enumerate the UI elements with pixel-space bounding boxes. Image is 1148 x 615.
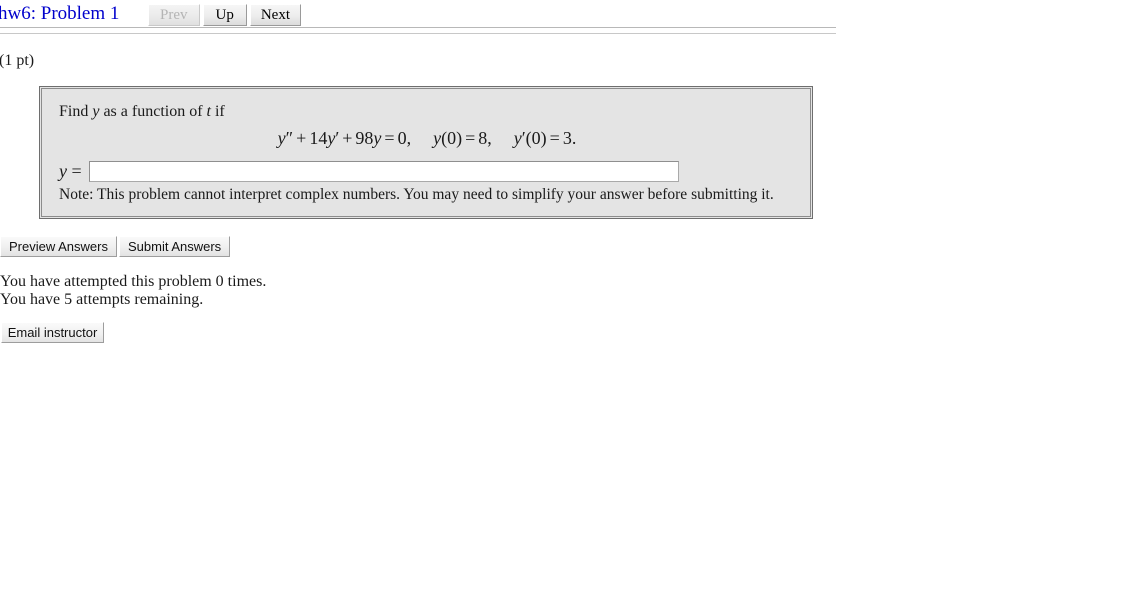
answer-actions: Preview Answers Submit Answers	[0, 236, 232, 257]
ic2-argument: (0)	[525, 128, 547, 148]
answer-row: y =	[59, 161, 679, 182]
prompt-variable-y: y	[92, 103, 100, 120]
answer-label-variable: y	[59, 161, 67, 181]
answer-label: y =	[59, 161, 82, 182]
problem-points: (1 pt)	[0, 52, 35, 69]
header-divider-secondary	[0, 33, 836, 34]
ic1-value: 8,	[478, 128, 492, 148]
prev-problem-button: Prev	[148, 4, 200, 26]
attempts-used-text: You have attempted this problem 0 times.	[0, 273, 267, 290]
next-problem-button[interactable]: Next	[249, 4, 302, 26]
eq-coefficient-14: 14	[309, 128, 328, 148]
eq-plus-2: +	[342, 128, 353, 148]
problem-container: Find y as a function of t if y″ +14y′ +98y…	[39, 86, 813, 219]
attempts-remaining-text: You have 5 attempts remaining.	[0, 291, 204, 308]
problem-prompt: Find y as a function of t if	[59, 103, 225, 121]
differential-equation: y″ +14y′ +98y = 0, y(0) = 8, y′(0) = 3.	[40, 128, 814, 149]
prompt-variable-t: t	[206, 103, 211, 120]
prompt-middle: as a function of	[103, 103, 203, 120]
prompt-suffix: if	[214, 103, 225, 120]
submit-answers-button[interactable]: Submit Answers	[118, 236, 231, 257]
email-instructor-button[interactable]: Email instructor	[1, 322, 104, 343]
answer-label-equals: =	[71, 161, 82, 181]
eq-y-second: y	[277, 128, 286, 148]
eq-plus-1: +	[296, 128, 307, 148]
page-header: hw6: Problem 1 Prev Up Next	[0, 0, 1148, 28]
problem-note: Note: This problem cannot interpret comp…	[59, 186, 774, 203]
ic1-y: y	[433, 128, 442, 148]
preview-answers-button[interactable]: Preview Answers	[0, 236, 117, 257]
ic2-y: y	[513, 128, 522, 148]
header-divider	[0, 27, 836, 28]
up-to-problem-set-button[interactable]: Up	[202, 4, 247, 26]
prompt-prefix: Find	[59, 103, 89, 120]
answer-input[interactable]	[88, 161, 679, 182]
eq-equals: =	[384, 128, 395, 148]
page-title: hw6: Problem 1	[0, 3, 120, 24]
ic1-argument: (0)	[441, 128, 463, 148]
problem-navigation: Prev Up Next	[148, 4, 304, 26]
ic2-equals: =	[549, 128, 560, 148]
eq-coefficient-98: 98	[355, 128, 374, 148]
ic2-value: 3.	[562, 128, 577, 148]
eq-rhs-zero: 0,	[397, 128, 412, 148]
ic1-equals: =	[465, 128, 476, 148]
attempt-status: You have attempted this problem 0 times.…	[0, 273, 266, 309]
